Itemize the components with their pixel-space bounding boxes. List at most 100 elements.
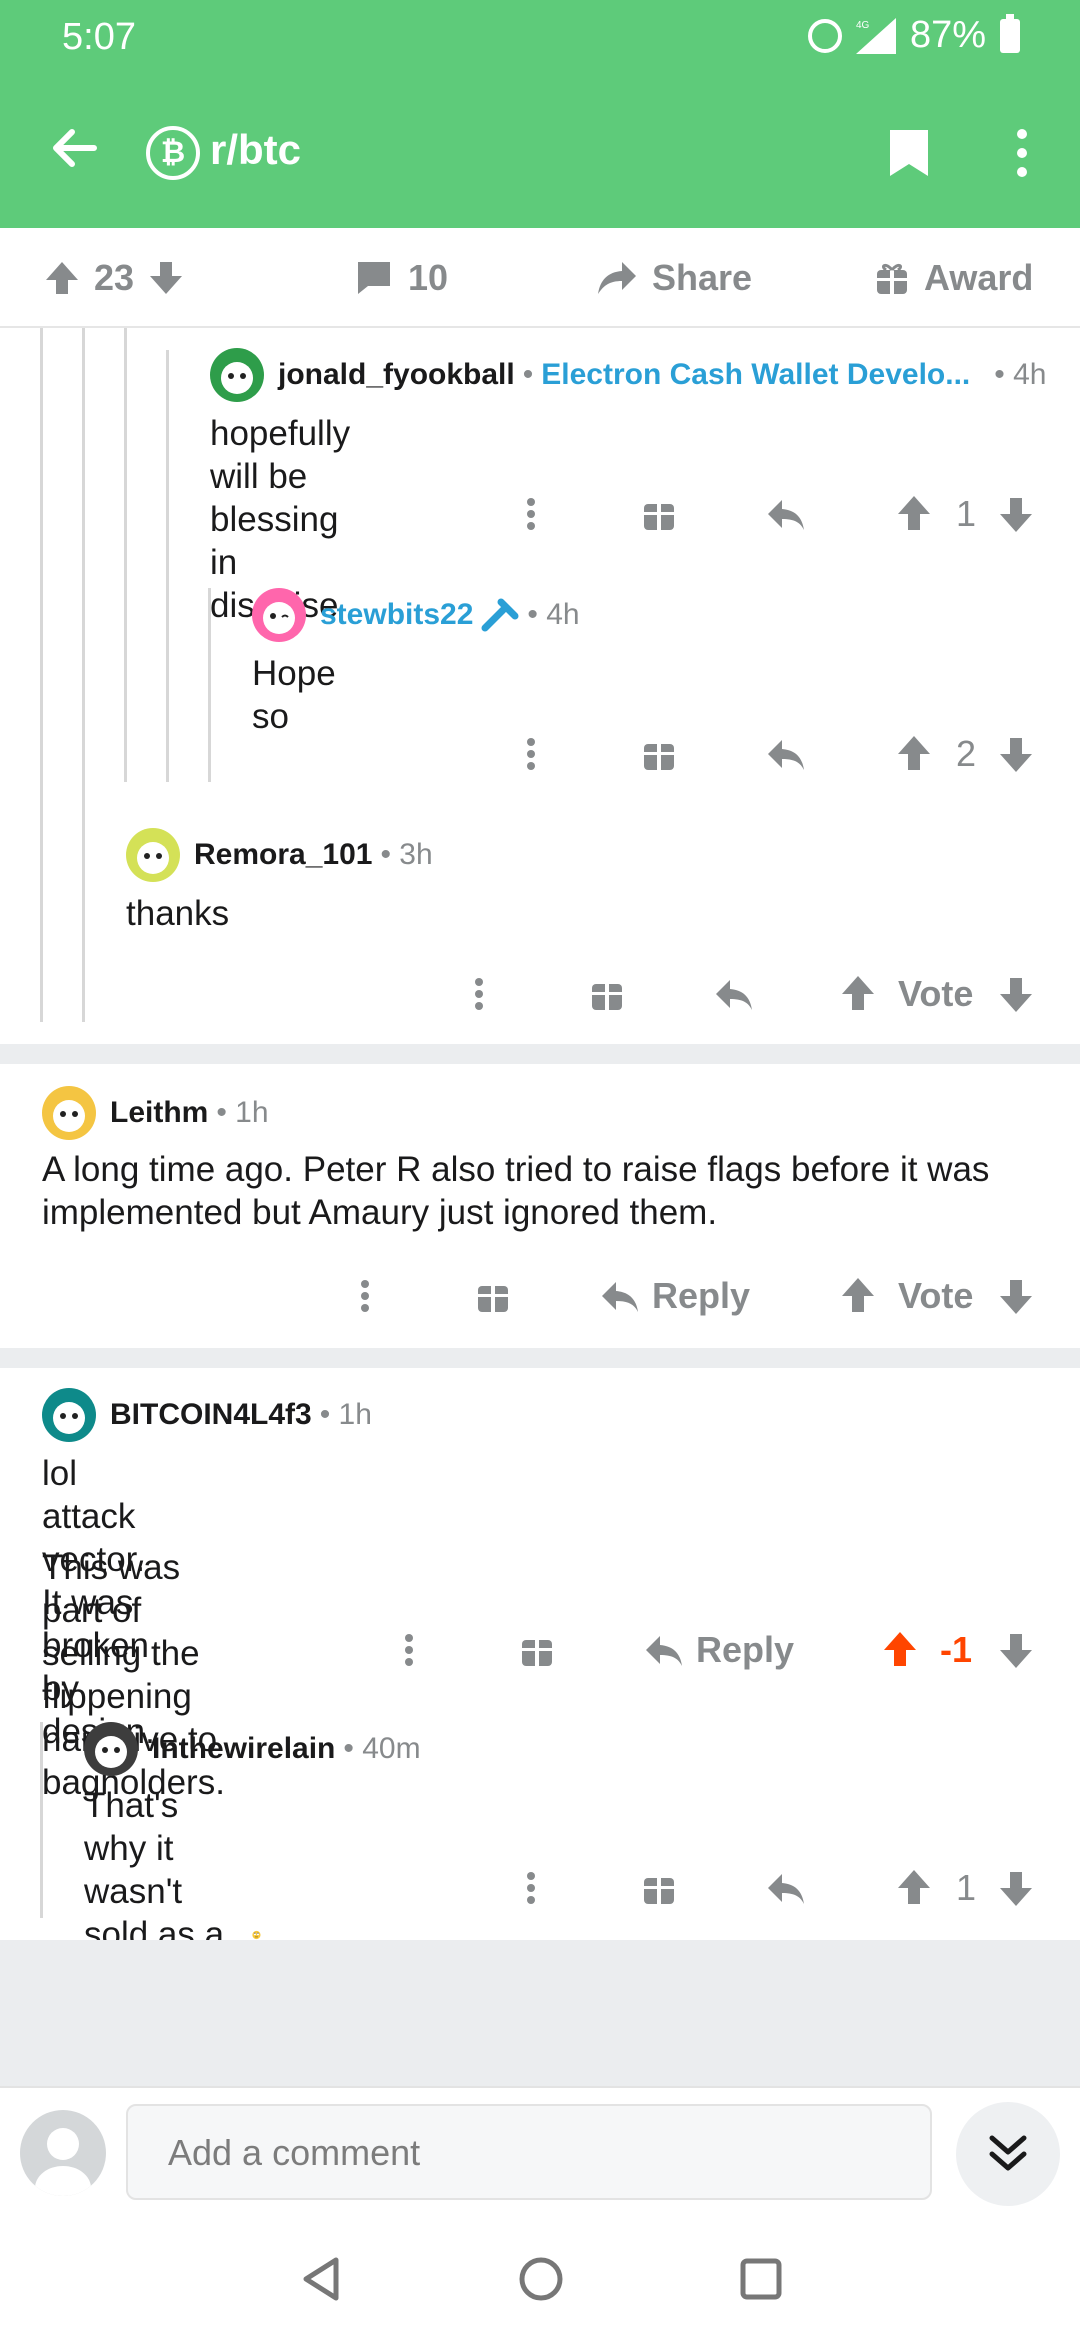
status-time: 5:07	[62, 16, 136, 58]
status-icons: 4G 87%	[807, 13, 1020, 57]
more-vertical-icon[interactable]	[526, 1858, 536, 1918]
wrench-icon	[481, 598, 519, 632]
gift-icon[interactable]	[642, 724, 676, 784]
more-vertical-icon[interactable]	[360, 1266, 370, 1326]
avatar[interactable]	[42, 1388, 96, 1442]
reply-icon[interactable]	[766, 484, 806, 544]
comment-text: thanks	[126, 894, 230, 933]
reply-icon	[646, 1636, 682, 1666]
comment-divider	[0, 1044, 1080, 1064]
avatar[interactable]	[210, 348, 264, 402]
downvote-icon[interactable]	[998, 964, 1034, 1024]
award-button[interactable]: Award	[874, 228, 1033, 328]
comment-actions: 1	[210, 484, 1050, 544]
jump-to-next-button[interactable]	[956, 2102, 1060, 2206]
comment-actions: 1	[84, 1858, 1050, 1918]
comment-score: -1	[940, 1629, 973, 1670]
gift-icon[interactable]	[642, 1858, 676, 1918]
gift-icon[interactable]	[476, 1266, 510, 1326]
avatar[interactable]	[126, 828, 180, 882]
award-label: Award	[924, 257, 1034, 298]
more-vertical-icon[interactable]	[1012, 126, 1032, 180]
upvote-icon[interactable]	[896, 1858, 932, 1918]
comment-text: A long time ago. Peter R also tried to r…	[42, 1150, 990, 1232]
comment-author[interactable]: Remora_101	[194, 838, 372, 872]
battery-icon	[1000, 13, 1020, 53]
downvote-icon[interactable]	[998, 1620, 1034, 1680]
post-comments[interactable]: 10	[354, 228, 448, 328]
comment-author[interactable]: stewbits22	[320, 598, 473, 632]
avatar[interactable]	[252, 588, 306, 642]
upvote-icon[interactable]	[882, 1620, 918, 1680]
reply-icon	[602, 1282, 638, 1312]
reply-button[interactable]: Reply	[600, 1266, 750, 1326]
downvote-icon[interactable]	[998, 1266, 1034, 1326]
comment-count: 10	[408, 257, 449, 298]
downvote-icon[interactable]	[998, 1858, 1034, 1918]
share-icon	[598, 262, 636, 294]
nav-recents-icon[interactable]	[736, 2254, 786, 2304]
more-vertical-icon[interactable]	[404, 1620, 414, 1680]
user-avatar[interactable]	[20, 2110, 106, 2196]
comment-age: • 4h	[527, 598, 580, 631]
upvote-icon[interactable]	[840, 1266, 876, 1326]
comment-age: • 40m	[343, 1732, 421, 1765]
upvote-icon[interactable]	[44, 260, 80, 296]
user-flair: Electron Cash Wallet Develo...	[541, 358, 971, 391]
comment-age: • 1h	[216, 1096, 269, 1129]
comment-score: 2	[956, 733, 977, 774]
share-label: Share	[652, 257, 753, 298]
upvote-icon[interactable]	[896, 724, 932, 784]
gift-icon[interactable]	[520, 1620, 554, 1680]
reply-icon[interactable]	[714, 964, 754, 1024]
comment-age: • 3h	[380, 838, 433, 871]
reply-icon[interactable]	[766, 724, 806, 784]
thread-line	[40, 1722, 43, 1918]
status-bar: 5:07 4G 87%	[0, 0, 1080, 80]
subreddit-name[interactable]: r/btc	[210, 126, 301, 174]
reply-button[interactable]: Reply	[644, 1620, 794, 1680]
vote-label: Vote	[898, 1275, 974, 1316]
comments-end-area	[0, 1940, 1080, 2086]
reply-label: Reply	[652, 1275, 751, 1316]
avatar[interactable]	[42, 1086, 96, 1140]
share-button[interactable]: Share	[596, 228, 752, 328]
downvote-icon[interactable]	[998, 724, 1034, 784]
more-vertical-icon[interactable]	[526, 724, 536, 784]
comment-author[interactable]: jonald_fyookball	[278, 358, 515, 392]
post-score: 23	[94, 257, 135, 298]
battery-percent: 87%	[909, 14, 986, 56]
upvote-icon[interactable]	[896, 484, 932, 544]
downvote-icon[interactable]	[148, 260, 184, 296]
bitcoin-icon[interactable]: ₿	[146, 126, 200, 180]
comment-actions: Reply -1	[42, 1620, 1050, 1680]
back-arrow-icon[interactable]	[44, 118, 104, 178]
bookmark-icon[interactable]	[886, 126, 932, 180]
comment-icon	[358, 262, 390, 294]
signal-icon: 4G	[855, 17, 896, 54]
reply-icon[interactable]	[766, 1858, 806, 1918]
comment-author[interactable]: BITCOIN4L4f3	[110, 1398, 312, 1432]
more-vertical-icon[interactable]	[474, 964, 484, 1024]
comment-composer: Add a comment	[0, 2086, 1080, 2218]
downvote-icon[interactable]	[998, 484, 1034, 544]
thread-line	[40, 328, 43, 1022]
comment-age: • 4h	[994, 358, 1047, 391]
vote-label: Vote	[898, 973, 974, 1014]
gift-icon[interactable]	[590, 964, 624, 1024]
nav-back-icon[interactable]	[296, 2254, 346, 2304]
upvote-icon[interactable]	[840, 964, 876, 1024]
more-vertical-icon[interactable]	[526, 484, 536, 544]
comment-actions: 2	[210, 724, 1050, 784]
comment-author[interactable]: Leithm	[110, 1096, 208, 1130]
gift-icon[interactable]	[642, 484, 676, 544]
comment-author[interactable]: Inthewirelain	[152, 1732, 335, 1766]
alarm-icon	[807, 18, 842, 53]
avatar[interactable]	[84, 1722, 138, 1776]
comment-age: • 1h	[319, 1398, 372, 1431]
thread-line	[82, 328, 85, 1022]
system-navigation-bar	[0, 2218, 1080, 2340]
comment-actions: Vote	[126, 964, 1050, 1024]
nav-home-icon[interactable]	[516, 2254, 566, 2304]
add-comment-input[interactable]: Add a comment	[126, 2104, 932, 2200]
